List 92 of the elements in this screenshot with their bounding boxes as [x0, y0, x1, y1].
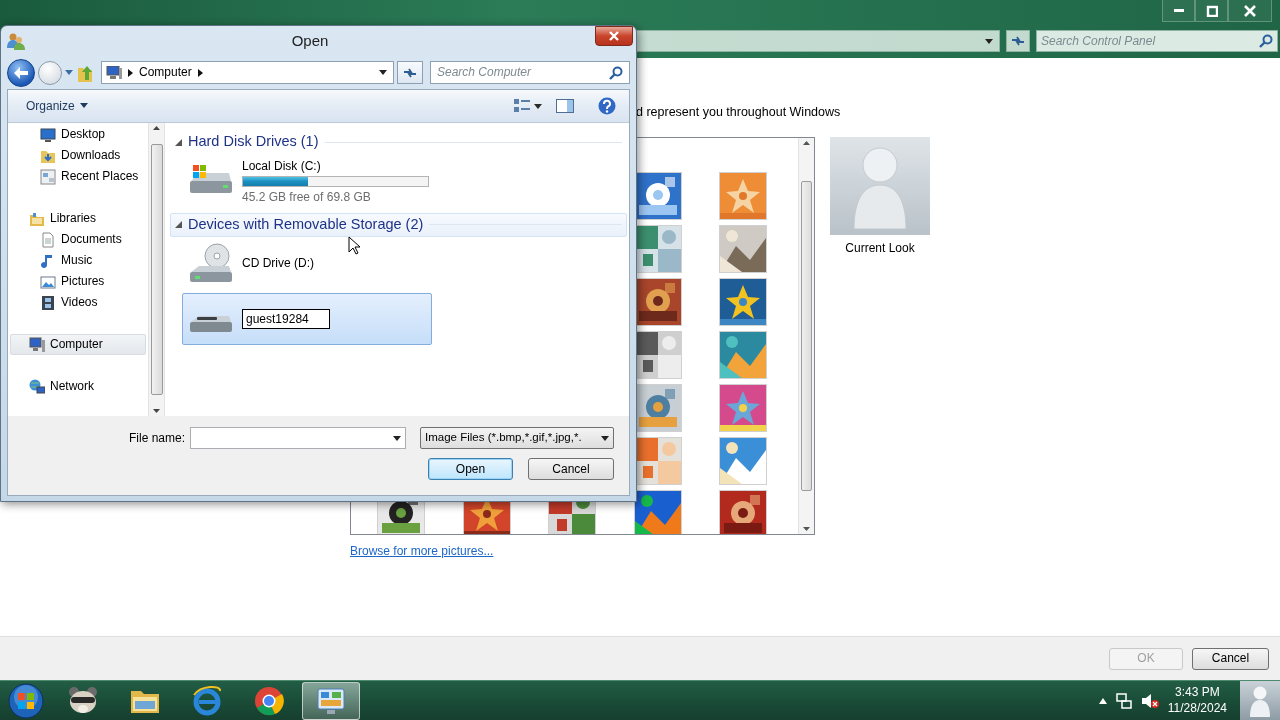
drive-item[interactable]: Local Disk (C:) 45.2 GB free of 69.8 GB [182, 154, 432, 210]
search-icon [609, 65, 623, 80]
drive-item[interactable]: guest19284 [182, 292, 432, 345]
caret-icon [79, 103, 88, 109]
nav-item[interactable]: Pictures [10, 271, 146, 292]
cursor-icon [348, 236, 360, 255]
user-silhouette-icon [1249, 684, 1271, 717]
clock-time[interactable]: 3:43 PM [1167, 684, 1227, 701]
search-field[interactable]: Search Computer [430, 61, 630, 84]
scroll-down-icon [803, 527, 810, 531]
drive-detail: 45.2 GB free of 69.8 GB [242, 190, 372, 205]
scrollbar[interactable] [148, 123, 165, 416]
minimize-icon [1173, 9, 1184, 12]
refresh-button[interactable] [1006, 30, 1030, 52]
clock-date[interactable]: 11/28/2024 [1167, 700, 1227, 717]
cancel-button[interactable]: Cancel [528, 458, 614, 480]
nav-item[interactable]: Recent Places [10, 166, 146, 187]
scroll-up-icon [803, 141, 810, 145]
caret-icon [534, 103, 542, 109]
scroll-up-icon [153, 126, 160, 130]
search-icon [1259, 34, 1273, 48]
nav-item[interactable]: Documents [10, 229, 146, 250]
avatar-label: Current Look [845, 241, 915, 256]
address-bar[interactable]: Computer [101, 61, 394, 84]
browser-icon [191, 684, 223, 717]
refresh-icon [403, 66, 417, 79]
scroll-down-icon [153, 409, 160, 413]
back-button[interactable] [7, 58, 35, 87]
tray-arrow-icon [1098, 697, 1107, 704]
rename-field[interactable]: guest19284 [242, 308, 330, 329]
computer-icon [106, 65, 122, 80]
browser-icon [253, 684, 285, 717]
drive-label: CD Drive (D:) [242, 255, 314, 270]
nav-item[interactable]: Libraries [10, 208, 146, 229]
caret-icon [601, 435, 609, 441]
nav-item[interactable]: Downloads [10, 145, 146, 166]
nav-item[interactable]: Desktop [10, 124, 146, 145]
cd-drive-icon [187, 241, 235, 284]
group-header[interactable]: Hard Disk Drives (1) [170, 130, 627, 154]
start-button[interactable] [8, 682, 44, 719]
file-type-dropdown[interactable]: Image Files (*.bmp,*.gif,*.jpg,*. [420, 427, 614, 449]
computer-icon [29, 336, 45, 353]
minimize-button[interactable] [1162, 0, 1195, 22]
breadcrumb-link[interactable]: Computer [139, 65, 192, 80]
close-icon [608, 31, 620, 41]
caret-icon [393, 435, 401, 441]
group-header[interactable]: Devices with Removable Storage (2) [170, 212, 627, 237]
users-icon [7, 32, 25, 50]
caret-icon [985, 38, 993, 44]
cancel-button[interactable]: Cancel [1192, 647, 1269, 670]
film-icon [40, 294, 56, 311]
network-icon [29, 378, 45, 395]
window-title: Open [290, 32, 330, 50]
chevron-icon [128, 68, 133, 77]
drive-label: Local Disk (C:) [242, 159, 322, 174]
refresh-button[interactable] [397, 61, 423, 84]
close-icon [1244, 4, 1256, 17]
drive-item[interactable]: CD Drive (D:) [182, 236, 432, 289]
scrollbar[interactable] [798, 138, 814, 534]
description-text: d represent you throughout Windows [636, 105, 842, 121]
preview-pane-icon [556, 99, 574, 113]
recent-places-icon [40, 168, 56, 185]
restore-icon [1205, 4, 1218, 17]
restore-button[interactable] [1195, 0, 1228, 22]
file-name-label: File name: [128, 430, 185, 446]
network-icon [1115, 692, 1132, 709]
scrollbar-thumb[interactable] [150, 144, 163, 395]
pictures-icon [40, 273, 56, 290]
scrollbar-thumb[interactable] [801, 181, 812, 491]
document-icon [40, 231, 56, 248]
nav-item[interactable]: Network [10, 376, 146, 397]
drive-icon [190, 315, 232, 332]
file-name-field[interactable] [190, 427, 406, 449]
refresh-icon [1011, 35, 1025, 47]
view-icon [514, 99, 530, 113]
taskbar-button[interactable] [302, 681, 360, 720]
browse-link[interactable]: Browse for more pictures... [350, 544, 494, 559]
user-tile[interactable] [1240, 680, 1280, 720]
open-button[interactable]: Open [428, 458, 513, 480]
nav-item[interactable]: Computer [10, 334, 146, 355]
help-icon [598, 97, 616, 115]
back-arrow-icon [13, 65, 29, 80]
nav-item[interactable]: Music [10, 250, 146, 271]
chevron-icon [197, 68, 203, 77]
library-icon [29, 210, 45, 227]
caret-icon [65, 70, 73, 75]
nav-item[interactable]: Videos [10, 292, 146, 313]
desktop-icon [40, 126, 56, 143]
caret-icon [379, 70, 387, 75]
close-button[interactable] [595, 26, 633, 46]
volume-muted-icon [1140, 692, 1159, 709]
organize-button[interactable]: Organize [20, 96, 94, 116]
